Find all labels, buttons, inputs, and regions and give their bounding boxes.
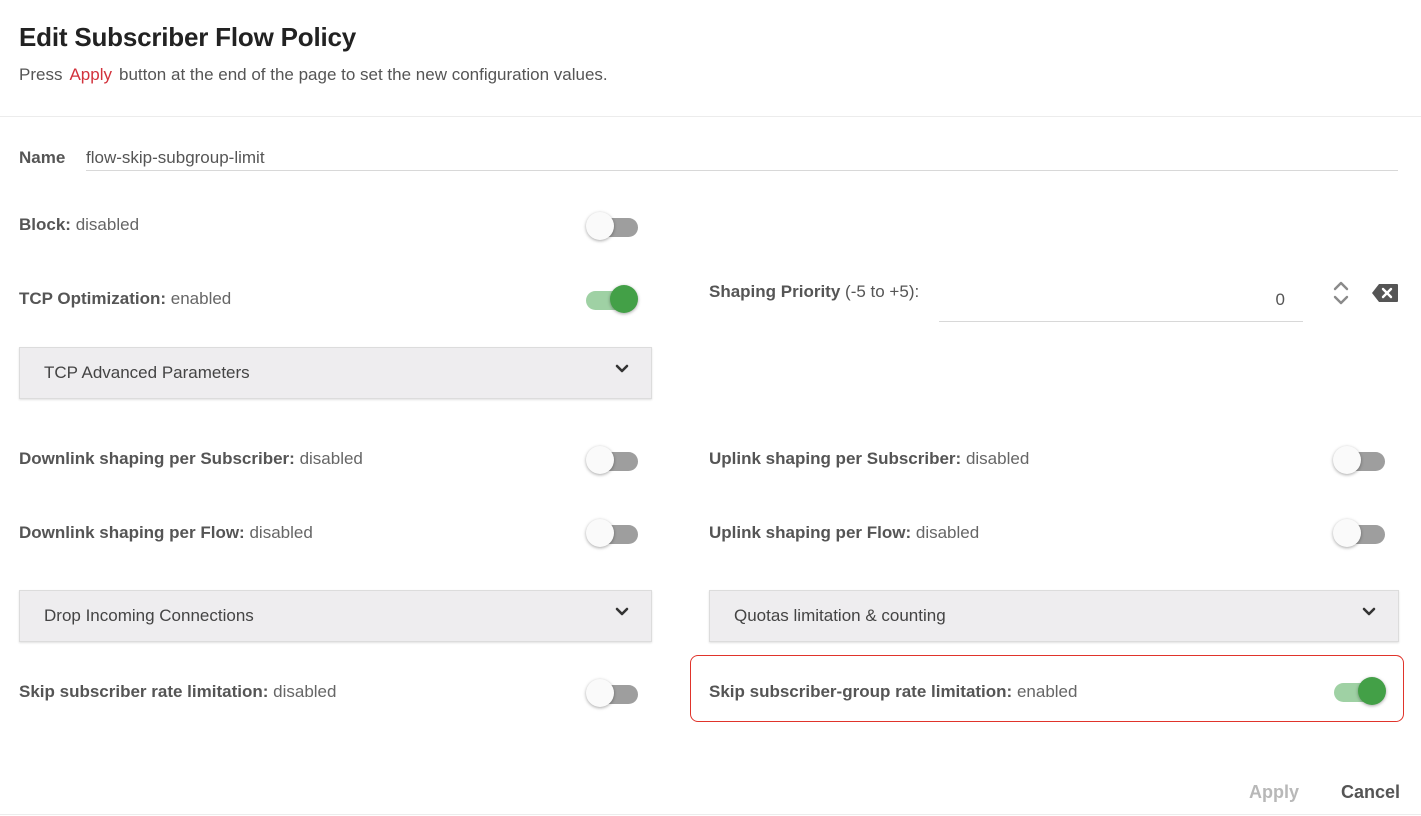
- subtitle-apply-word: Apply: [69, 65, 112, 84]
- tcp-optimization-label: TCP Optimization: enabled: [19, 289, 231, 309]
- skip-subscriber-group-rate-label-name: Skip subscriber-group rate limitation:: [709, 682, 1013, 701]
- tcp-optimization-label-name: TCP Optimization:: [19, 289, 167, 308]
- toggle-knob: [586, 446, 614, 474]
- edit-subscriber-flow-policy-dialog: Edit Subscriber Flow Policy Press Apply bu…: [0, 0, 1421, 816]
- name-input[interactable]: [86, 146, 1398, 171]
- panel-label: TCP Advanced Parameters: [44, 363, 250, 382]
- downlink-flow-label-name: Downlink shaping per Flow:: [19, 523, 245, 542]
- block-toggle[interactable]: [586, 212, 638, 240]
- chevron-down-icon: [1362, 607, 1376, 616]
- shaping-priority-range: (-5 to +5):: [845, 282, 920, 301]
- block-label-name: Block:: [19, 215, 71, 234]
- uplink-subscriber-label-name: Uplink shaping per Subscriber:: [709, 449, 962, 468]
- uplink-subscriber-label: Uplink shaping per Subscriber: disabled: [709, 449, 1029, 469]
- panel-label: Quotas limitation & counting: [734, 606, 946, 625]
- page-title: Edit Subscriber Flow Policy: [19, 22, 357, 52]
- tcp-optimization-toggle[interactable]: [586, 285, 638, 313]
- toggle-knob: [586, 519, 614, 547]
- toggle-knob: [1333, 519, 1361, 547]
- page-subtitle: Press Apply button at the end of the page …: [19, 65, 608, 85]
- chevron-down-icon: [615, 607, 629, 616]
- toggle-knob: [610, 285, 638, 313]
- skip-subscriber-rate-status: disabled: [273, 682, 337, 701]
- name-label: Name: [19, 148, 66, 167]
- uplink-flow-status: disabled: [915, 523, 980, 542]
- toggle-knob: [1358, 677, 1386, 705]
- shaping-priority-label: Shaping Priority (-5 to +5):: [709, 282, 919, 302]
- skip-subscriber-group-rate-label: Skip subscriber-group rate limitation: e…: [709, 682, 1077, 702]
- uplink-flow-label: Uplink shaping per Flow: disabled: [709, 523, 979, 543]
- downlink-subscriber-label: Downlink shaping per Subscriber: disable…: [19, 449, 363, 469]
- cancel-button[interactable]: Cancel: [1341, 782, 1400, 803]
- panel-label: Drop Incoming Connections: [44, 606, 254, 625]
- uplink-subscriber-status: disabled: [965, 449, 1030, 468]
- toggle-knob: [1333, 446, 1361, 474]
- subtitle-suffix: button at the end of the page to set the…: [119, 65, 608, 84]
- skip-subscriber-rate-label: Skip subscriber rate limitation: disable…: [19, 682, 336, 702]
- tcp-advanced-parameters-panel[interactable]: TCP Advanced Parameters: [19, 347, 652, 399]
- apply-button[interactable]: Apply: [1249, 782, 1299, 803]
- dialog-header: Edit Subscriber Flow Policy Press Apply bu…: [0, 0, 1421, 117]
- chevron-down-icon: [615, 364, 629, 373]
- downlink-flow-status: disabled: [249, 523, 313, 542]
- quotas-limitation-counting-panel[interactable]: Quotas limitation & counting: [709, 590, 1399, 642]
- block-status: disabled: [75, 215, 140, 234]
- skip-subscriber-group-rate-toggle[interactable]: [1334, 677, 1386, 705]
- shaping-priority-input[interactable]: [939, 279, 1303, 322]
- uplink-subscriber-toggle[interactable]: [1333, 446, 1385, 474]
- backspace-clear-icon[interactable]: [1371, 283, 1399, 303]
- downlink-flow-label: Downlink shaping per Flow: disabled: [19, 523, 313, 543]
- uplink-flow-toggle[interactable]: [1333, 519, 1385, 547]
- footer-divider: [0, 814, 1421, 815]
- toggle-knob: [586, 679, 614, 707]
- downlink-subscriber-status: disabled: [299, 449, 363, 468]
- skip-subscriber-rate-label-name: Skip subscriber rate limitation:: [19, 682, 269, 701]
- downlink-subscriber-label-name: Downlink shaping per Subscriber:: [19, 449, 295, 468]
- drop-incoming-connections-panel[interactable]: Drop Incoming Connections: [19, 590, 652, 642]
- block-label: Block: disabled: [19, 215, 139, 235]
- shaping-priority-label-name: Shaping Priority: [709, 282, 841, 301]
- skip-subscriber-group-rate-status: enabled: [1016, 682, 1078, 701]
- toggle-knob: [586, 212, 614, 240]
- skip-subscriber-rate-toggle[interactable]: [586, 679, 638, 707]
- downlink-subscriber-toggle[interactable]: [586, 446, 638, 474]
- downlink-flow-toggle[interactable]: [586, 519, 638, 547]
- subtitle-prefix: Press: [19, 65, 63, 84]
- uplink-flow-label-name: Uplink shaping per Flow:: [709, 523, 912, 542]
- tcp-optimization-status: enabled: [170, 289, 232, 308]
- up-down-stepper-icon[interactable]: [1333, 280, 1349, 306]
